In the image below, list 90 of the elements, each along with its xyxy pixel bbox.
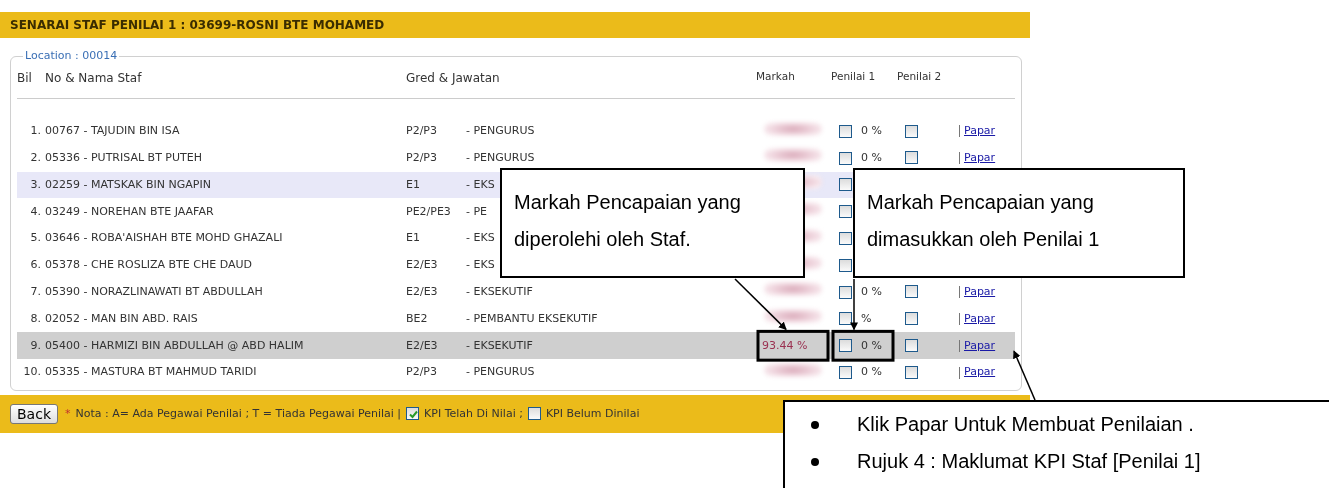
papar-link[interactable]: Papar — [964, 310, 996, 328]
table-cell: E1 — [406, 230, 420, 247]
table-cell-text: 10. — [23, 364, 42, 381]
table-cell-text: - EKSEKUTIF — [466, 283, 533, 300]
score-text: 93.44 % — [762, 338, 808, 352]
table-cell-text: 05390 - NORAZLINAWATI BT ABDULLAH — [45, 283, 263, 300]
checkbox[interactable] — [839, 124, 852, 138]
percent-text: 0 % — [861, 149, 882, 166]
table-cell-text: - EKS — [466, 176, 495, 193]
table-cell-text: - PENGURUS — [466, 149, 535, 166]
callout-text: diperolehi oleh Staf. — [514, 227, 692, 252]
table-cell: E2/E3 — [406, 337, 438, 354]
table-cell-text: P2/P3 — [406, 149, 437, 166]
checkbox[interactable] — [839, 232, 852, 246]
table-cell-text: 02259 - MATSKAK BIN NGAPIN — [45, 176, 211, 193]
papar-link[interactable]: Papar — [964, 149, 996, 167]
checkbox[interactable] — [839, 151, 852, 165]
table-cell: - EKS — [466, 230, 495, 247]
highlight-frame — [831, 329, 895, 362]
table-cell-text: E2/E3 — [406, 283, 438, 300]
page-title: SENARAI STAF PENILAI 1 : 03699-ROSNI BTE MOHAMED — [0, 12, 1030, 38]
percent-text: % — [861, 310, 872, 327]
percent-text: 0 % — [861, 337, 882, 354]
table-cell-text: E1 — [406, 176, 420, 193]
table-cell: 05378 - CHE ROSLIZA BTE CHE DAUD — [45, 257, 252, 274]
table-cell: P2/P3 — [406, 123, 437, 140]
percent-text: 0 % — [861, 364, 882, 381]
percent-text: 0 % — [861, 123, 882, 140]
checkbox[interactable] — [905, 365, 918, 379]
callout-text: Rujuk 4 : Maklumat KPI Staf [Penilai 1] — [857, 449, 1201, 474]
table-cell-text: 02052 - MAN BIN ABD. RAIS — [45, 310, 198, 327]
checkbox[interactable] — [839, 366, 852, 380]
table-cell: - PENGURUS — [466, 123, 535, 140]
legend-text: KPI Telah Di Nilai ; — [424, 405, 523, 422]
checkbox[interactable] — [839, 312, 852, 326]
table-cell-text: 4. — [30, 203, 42, 220]
table-cell-text: 05336 - PUTRISAL BT PUTEH — [45, 149, 202, 166]
table-cell-text: 5. — [30, 230, 42, 247]
checkbox[interactable] — [905, 124, 918, 138]
legend-text: KPI Belum Dinilai — [545, 405, 640, 422]
table-cell: 00767 - TAJUDIN BIN ISA — [45, 123, 180, 140]
table-cell-text: - PEMBANTU EKSEKUTIF — [466, 310, 598, 327]
bullet-icon — [811, 420, 819, 429]
column-header: Bil — [17, 70, 32, 87]
back-button[interactable]: Back — [10, 403, 58, 425]
column-header: Gred & Jawatan — [406, 70, 500, 87]
checkbox[interactable] — [839, 258, 852, 272]
checkbox[interactable] — [839, 339, 852, 353]
checkbox[interactable] — [905, 151, 918, 165]
table-cell-text: PE2/PE3 — [406, 203, 451, 220]
table-cell: 05335 - MASTURA BT MAHMUD TARIDI — [45, 364, 257, 381]
checkbox[interactable] — [839, 178, 852, 192]
table-cell-text: 7. — [30, 283, 42, 300]
table-cell: 03646 - ROBA'AISHAH BTE MOHD GHAZALI — [45, 230, 283, 247]
table-cell-text: - PE — [466, 203, 488, 220]
table-cell-text: 6. — [30, 257, 42, 274]
callout-text: Markah Pencapaian yang — [514, 190, 742, 215]
checkbox[interactable] — [905, 339, 918, 352]
table-cell-text: 2. — [30, 149, 42, 166]
bullet-icon — [811, 457, 819, 466]
checkbox[interactable] — [839, 285, 852, 299]
table-cell: P2/P3 — [406, 364, 437, 381]
column-header: Penilai 1 — [831, 69, 876, 84]
note-text: Nota : A= Ada Pegawai Penilai ; T = Tiada Pegawai Penilai | — [75, 405, 402, 422]
table-cell: - EKSEKUTIF — [466, 337, 533, 354]
column-header: Markah — [756, 69, 795, 84]
column-header: Penilai 2 — [897, 69, 942, 84]
checkbox[interactable] — [905, 312, 918, 326]
table-cell: E2/E3 — [406, 257, 438, 274]
callout-text: Klik Papar Untuk Membuat Penilaian . — [857, 412, 1194, 437]
callout-text: dimasukkan oleh Penilai 1 — [867, 227, 1101, 252]
checkbox[interactable] — [905, 285, 918, 299]
checkbox[interactable] — [839, 205, 852, 219]
percent-text: 0 % — [861, 283, 882, 300]
table-cell: 05400 - HARMIZI BIN ABDULLAH @ ABD HALIM — [45, 337, 304, 354]
table-cell: - PENGURUS — [466, 364, 535, 381]
asterisk-text: * — [65, 405, 71, 422]
table-cell-text: 9. — [30, 337, 42, 354]
table-cell-text: 1. — [30, 123, 42, 140]
papar-link[interactable]: Papar — [964, 283, 996, 301]
table-cell: - EKS — [466, 257, 495, 274]
table-cell-text: 03249 - NOREHAN BTE JAAFAR — [45, 203, 214, 220]
papar-link[interactable]: Papar — [964, 123, 996, 140]
papar-link[interactable]: Papar — [964, 364, 996, 381]
callout-text: Markah Pencapaian yang — [867, 190, 1095, 215]
table-cell-text: 8. — [30, 310, 42, 327]
table-cell-text: BE2 — [406, 310, 428, 327]
papar-link[interactable]: Papar — [964, 337, 996, 354]
table-cell-text: 3. — [30, 176, 42, 193]
column-header: No & Nama Staf — [45, 70, 142, 87]
